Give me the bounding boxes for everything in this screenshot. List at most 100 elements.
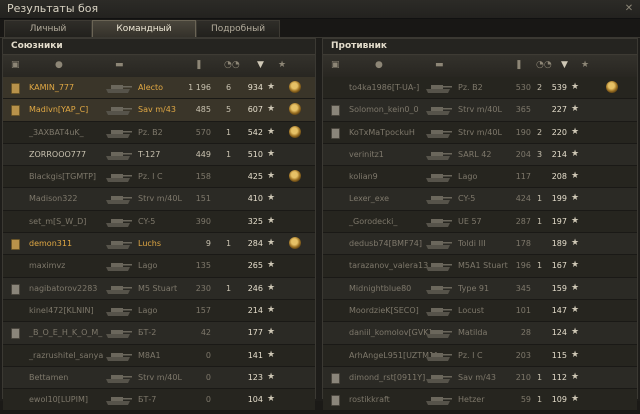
player-row[interactable]: daniil_komolov[GVK] Matilda 28 124 ★: [323, 322, 637, 345]
damage-value: 570: [195, 127, 211, 137]
xp-value: 539: [551, 83, 567, 92]
player-row[interactable]: maximvz Lago 135 265 ★: [3, 255, 315, 278]
medal-icon: [289, 125, 301, 138]
medal-icon: [289, 81, 301, 93]
player-row[interactable]: ewol10[LUPIM] БТ-7 0 104 ★: [3, 389, 315, 412]
player-row[interactable]: Madison322 Strv m/40L 151 410 ★: [3, 188, 315, 211]
medal-icon: [606, 81, 618, 93]
damage-value: 0: [205, 350, 211, 360]
player-name: Bettamen: [29, 372, 69, 382]
tank-icon[interactable]: ▬: [435, 60, 444, 71]
player-row[interactable]: Bettamen Strv m/40L 0 123 ★: [3, 366, 315, 390]
player-row[interactable]: MoordzieK[SECO] Locust 101 147 ★: [323, 299, 637, 323]
xp-value: 220: [551, 127, 567, 137]
tank-name: M5 Stuart: [138, 283, 178, 293]
damage-value: 190: [515, 127, 531, 137]
player-icon[interactable]: ●: [375, 60, 383, 71]
kills-value: 2: [537, 83, 543, 92]
player-row[interactable]: _razrushitel_sanya M8A1 0 141 ★: [3, 344, 315, 367]
xp-value: 510: [247, 149, 263, 159]
xp-icon[interactable]: ▼: [257, 60, 264, 71]
titlebar: Результаты боя ✕: [0, 0, 640, 19]
damage-value: 204: [515, 149, 531, 159]
star-icon: ★: [267, 193, 276, 204]
player-name: MoordzieK[SECO]: [349, 305, 419, 315]
tank-image-icon: [103, 349, 133, 362]
kills-icon[interactable]: ◔◔: [536, 60, 552, 71]
player-row[interactable]: _3AXBAT4uK_ Pz. B2 570 1 542 ★: [3, 121, 315, 144]
player-row[interactable]: Solomon_kein0_0 Strv m/40L 365 227 ★: [323, 99, 637, 122]
player-row[interactable]: Madlvn[YAP_C] Sav m/43 485 5 607 ★: [3, 99, 315, 122]
player-row[interactable]: Midnightblue80 Type 91 345 159 ★: [323, 277, 637, 300]
player-row[interactable]: Lexer_exe CY-5 424 1 199 ★: [323, 188, 637, 211]
player-row[interactable]: rostikkraft Hetzer 59 1 109 ★: [323, 389, 637, 412]
damage-value: 28: [520, 328, 531, 338]
player-row[interactable]: ArhAngeL951[UZTM1] Pz. I C 203 115 ★: [323, 344, 637, 367]
tank-name: Pz. B2: [138, 127, 163, 137]
damage-value: 135: [195, 261, 211, 271]
tank-name: Lago: [138, 261, 158, 271]
player-row[interactable]: Blackgis[TGMTP] Pz. I C 158 425 ★: [3, 166, 315, 189]
tank-name: БТ-2: [138, 328, 157, 338]
platoon-icon[interactable]: ▣: [331, 60, 340, 71]
tank-name: Matilda: [458, 328, 488, 338]
xp-value: 197: [551, 216, 567, 226]
tank-name: CY-5: [138, 216, 156, 226]
player-row[interactable]: ZORROOO777 T-127 449 1 510 ★: [3, 143, 315, 167]
tank-image-icon: [103, 326, 133, 339]
kills-icon[interactable]: ◔◔: [224, 60, 240, 71]
player-row[interactable]: verinitz1 SARL 42 204 3 214 ★: [323, 143, 637, 167]
star-icon: ★: [571, 304, 580, 315]
star-icon: ★: [571, 349, 580, 360]
player-name: daniil_komolov[GVK]: [349, 328, 432, 338]
player-row[interactable]: dedusb74[BMF74] Toldi III 178 189 ★: [323, 233, 637, 256]
tab-team-result[interactable]: Командный результат: [92, 20, 196, 50]
player-row[interactable]: set_m[S_W_D] CY-5 390 325 ★: [3, 210, 315, 234]
xp-value: 325: [247, 216, 263, 226]
player-row[interactable]: _B_O_E_H_K_O_M_ БТ-2 42 177 ★: [3, 322, 315, 345]
close-icon[interactable]: ✕: [623, 3, 635, 15]
player-row[interactable]: KoTxMaTpockuH Strv m/40L 190 2 220 ★: [323, 121, 637, 144]
player-row[interactable]: KAMIN_777 Alecto 1 196 6 934 ★: [3, 77, 315, 100]
allies-list: KAMIN_777 Alecto 1 196 6 934 ★ Madlvn[YAP_C] Sa…: [3, 77, 315, 412]
tank-name: M8A1: [138, 350, 161, 360]
tank-name: Lago: [138, 305, 158, 315]
tank-name: Luchs: [138, 239, 162, 249]
player-row[interactable]: nagibatorov2283 M5 Stuart 230 1 246 ★: [3, 277, 315, 300]
tank-name: CY-5: [458, 194, 476, 204]
tab-detailed-report[interactable]: Подробный отчёт: [196, 20, 280, 50]
star-icon[interactable]: ★: [278, 60, 286, 71]
damage-icon[interactable]: ❚: [195, 60, 203, 71]
xp-icon[interactable]: ▼: [561, 60, 568, 71]
kills-value: 1: [537, 395, 543, 405]
tab-personal-result[interactable]: Личный результат: [4, 20, 92, 50]
tank-image-icon: [423, 349, 453, 362]
player-row[interactable]: kinel472[KLNIN] Lago 157 214 ★: [3, 299, 315, 323]
xp-value: 141: [247, 350, 263, 360]
star-icon: ★: [571, 82, 580, 92]
tank-name: Sav m/43: [138, 105, 176, 115]
player-row[interactable]: to4ka1986[T-UA-] Pz. B2 530 2 539 ★: [323, 77, 637, 100]
player-row[interactable]: kolian9 Lago 117 208 ★: [323, 166, 637, 189]
tank-image-icon: [423, 215, 453, 228]
player-row[interactable]: tarazanov_valera13 M5A1 Stuart 196 1 167 ★: [323, 255, 637, 278]
player-icon[interactable]: ●: [55, 60, 63, 71]
tank-icon[interactable]: ▬: [115, 60, 124, 71]
player-row[interactable]: _Gorodecki_ UE 57 287 1 197 ★: [323, 210, 637, 234]
kills-value: 3: [537, 149, 543, 159]
damage-value: 157: [195, 305, 211, 315]
star-icon[interactable]: ★: [581, 60, 589, 71]
damage-value: 365: [515, 105, 531, 115]
player-row[interactable]: demon311 Luchs 9 1 284 ★: [3, 233, 315, 256]
medal-icon: [289, 170, 301, 183]
damage-icon[interactable]: ❚: [515, 60, 523, 71]
damage-value: 449: [195, 149, 211, 159]
platoon-icon[interactable]: ▣: [11, 60, 20, 71]
player-name: Lexer_exe: [349, 194, 389, 204]
star-icon: ★: [267, 327, 276, 338]
xp-value: 542: [247, 127, 263, 137]
xp-value: 208: [551, 172, 567, 182]
star-icon: ★: [571, 238, 580, 249]
player-name: _B_O_E_H_K_O_M_: [29, 328, 103, 338]
player-row[interactable]: dimond_rst[0911Y] Sav m/43 210 1 112 ★: [323, 366, 637, 390]
